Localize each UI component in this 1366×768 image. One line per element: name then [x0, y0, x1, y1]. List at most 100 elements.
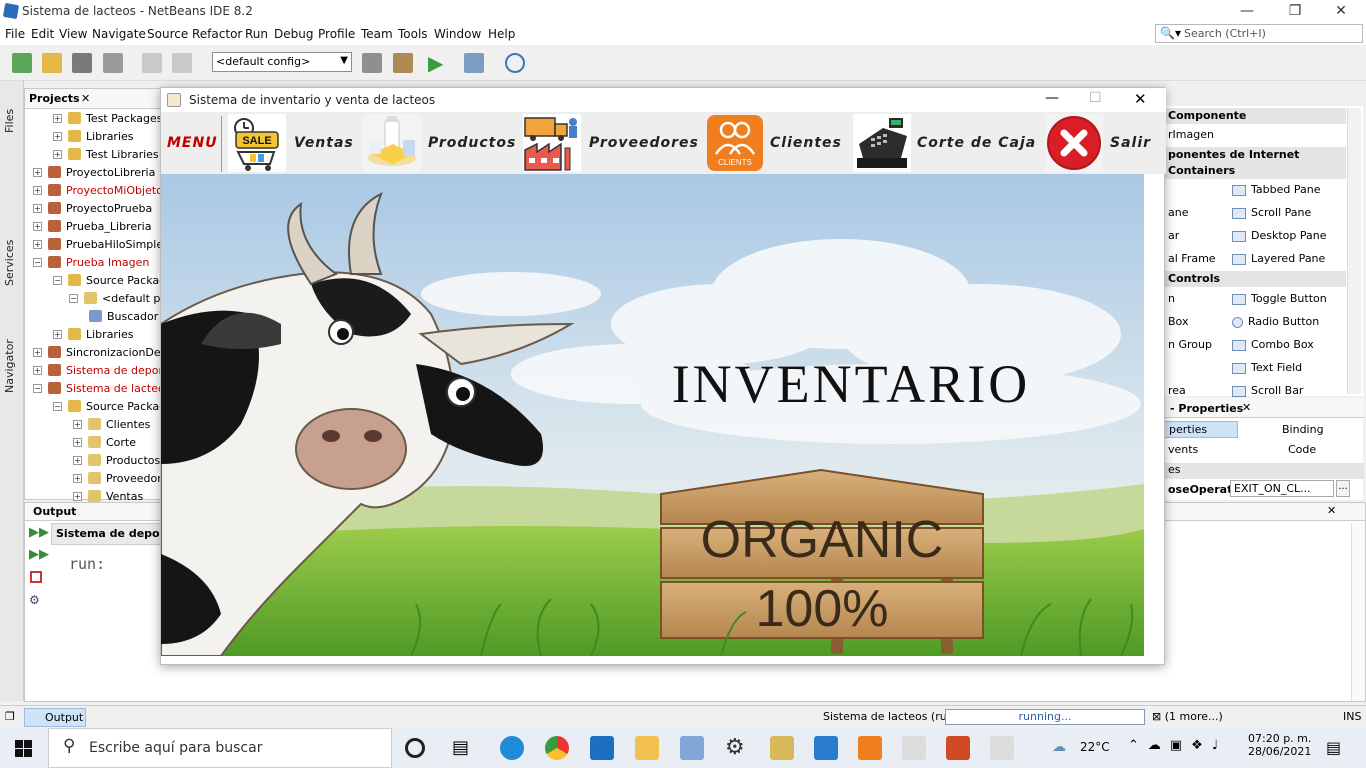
palette-item-toggle-button[interactable]: Toggle Button: [1232, 292, 1327, 305]
expand-toggle-icon[interactable]: +: [53, 329, 62, 339]
tab-navigator[interactable]: Navigator: [3, 339, 16, 393]
property-value-select[interactable]: EXIT_ON_CL...: [1230, 480, 1334, 497]
expand-toggle-icon[interactable]: +: [53, 113, 62, 123]
tree-item[interactable]: + Sistema de deportes: [33, 363, 161, 377]
palette-item-text-area[interactable]: rea: [1168, 384, 1186, 397]
more-tasks-link[interactable]: ⊠ (1 more...): [1152, 710, 1223, 723]
output-title[interactable]: Output: [33, 505, 76, 518]
restore-window-icon[interactable]: ❐: [5, 710, 15, 723]
tree-item[interactable]: − Sistema de lacteos: [33, 381, 161, 395]
tree-item[interactable]: + Corte: [73, 435, 161, 449]
run-play-icon[interactable]: ▶: [428, 53, 448, 73]
expand-toggle-icon[interactable]: +: [33, 347, 42, 357]
palette-item-combo-box[interactable]: Combo Box: [1232, 338, 1314, 351]
close-icon[interactable]: ✕: [1318, 0, 1364, 24]
property-ellipsis-button[interactable]: ...: [1336, 480, 1350, 497]
tree-item[interactable]: + ProyectoPrueba: [33, 201, 161, 215]
palette-item-desktop-pane[interactable]: Desktop Pane: [1232, 229, 1326, 242]
restore-icon[interactable]: ❐: [1272, 0, 1318, 24]
palette-category-internet[interactable]: ponentes de Internet: [1164, 147, 1346, 163]
undo-icon[interactable]: [142, 53, 162, 73]
expand-toggle-icon[interactable]: +: [73, 491, 82, 501]
expand-toggle-icon[interactable]: +: [33, 365, 42, 375]
settings-gear-icon[interactable]: ⚙: [725, 736, 749, 760]
menu-profile[interactable]: Profile: [318, 27, 355, 41]
menu-file[interactable]: File: [5, 27, 25, 41]
tree-item[interactable]: + Prueba_Libreria: [33, 219, 161, 233]
projects-title[interactable]: Projects: [29, 92, 80, 105]
weather-cloud-icon[interactable]: ☁: [1052, 739, 1066, 755]
expand-toggle-icon[interactable]: +: [33, 167, 42, 177]
menu-item-proveedores[interactable]: Proveedores: [589, 135, 699, 151]
taskbar-clock[interactable]: 07:20 p. m. 28/06/2021: [1248, 732, 1311, 758]
palette-item-scroll-bar[interactable]: Scroll Bar: [1232, 384, 1303, 397]
build-hammer-icon[interactable]: [362, 53, 382, 73]
output-minimized-tab[interactable]: Output: [24, 708, 86, 727]
expand-toggle-icon[interactable]: −: [33, 257, 42, 267]
rerun-params-icon[interactable]: ▶▶: [29, 547, 49, 562]
tree-item[interactable]: + Ventas: [73, 489, 161, 503]
task-view-icon[interactable]: ▤: [452, 736, 476, 760]
palette-item-layered-pane[interactable]: Layered Pane: [1232, 252, 1325, 265]
tab-code[interactable]: Code: [1288, 443, 1316, 456]
tree-item[interactable]: + Clientes: [73, 417, 161, 431]
debug-icon[interactable]: [464, 53, 484, 73]
windows-start-icon[interactable]: [15, 740, 32, 757]
tree-item[interactable]: + Libraries: [53, 327, 161, 341]
config-select[interactable]: <default config> ▼: [212, 52, 352, 72]
properties-title[interactable]: - Properties: [1170, 402, 1243, 415]
menu-item-clientes[interactable]: Clientes: [770, 135, 842, 151]
close-icon[interactable]: ✕: [1134, 90, 1147, 108]
menu-navigate[interactable]: Navigate: [92, 27, 146, 41]
notifications-icon[interactable]: ▤: [1326, 738, 1341, 757]
expand-toggle-icon[interactable]: +: [33, 221, 42, 231]
close-icon[interactable]: ✕: [1242, 401, 1251, 414]
menu-debug[interactable]: Debug: [274, 27, 313, 41]
profile-icon[interactable]: [505, 53, 525, 73]
cash-register-icon[interactable]: [853, 114, 911, 172]
expand-toggle-icon[interactable]: +: [33, 203, 42, 213]
palette-item-button[interactable]: n: [1168, 292, 1175, 305]
minimize-icon[interactable]: —: [1045, 90, 1059, 106]
tree-item[interactable]: − Source Packages: [53, 273, 161, 287]
menu-edit[interactable]: Edit: [31, 27, 54, 41]
expand-toggle-icon[interactable]: −: [33, 383, 42, 393]
expand-toggle-icon[interactable]: −: [69, 293, 78, 303]
tab-files[interactable]: Files: [3, 109, 16, 133]
palette-item-scroll-pane[interactable]: Scroll Pane: [1232, 206, 1311, 219]
menu-source[interactable]: Source: [147, 27, 188, 41]
menu-tools[interactable]: Tools: [398, 27, 428, 41]
taskbar-search-box[interactable]: ⚲ Escribe aquí para buscar: [48, 728, 392, 768]
expand-toggle-icon[interactable]: +: [53, 149, 62, 159]
clean-build-icon[interactable]: [393, 53, 413, 73]
tree-item[interactable]: + Proveedores: [73, 471, 161, 485]
netbeans-taskbar-icon[interactable]: [680, 736, 704, 760]
dairy-products-icon[interactable]: [363, 114, 421, 172]
vscode-icon[interactable]: [814, 736, 838, 760]
tree-item[interactable]: − Prueba Imagen: [33, 255, 161, 269]
tab-services[interactable]: Services: [3, 240, 16, 286]
exit-icon[interactable]: [1045, 114, 1103, 172]
palette-item-internal-frame[interactable]: al Frame: [1168, 252, 1216, 265]
tree-item[interactable]: + PruebaHiloSimple: [33, 237, 161, 251]
tree-item[interactable]: + Productos: [73, 453, 161, 467]
save-all-icon[interactable]: [103, 53, 123, 73]
menu-item-ventas[interactable]: Ventas: [294, 135, 354, 151]
expand-toggle-icon[interactable]: +: [73, 437, 82, 447]
palette-item-imagen[interactable]: rImagen: [1168, 128, 1214, 141]
tree-item[interactable]: + ProyectoLibreria: [33, 165, 161, 179]
palette-item-toolbar[interactable]: ar: [1168, 229, 1179, 242]
python-icon[interactable]: [770, 736, 794, 760]
redo-icon[interactable]: [172, 53, 192, 73]
expand-toggle-icon[interactable]: +: [53, 131, 62, 141]
tree-item[interactable]: − <default package>: [69, 291, 161, 305]
clients-icon[interactable]: CLIENTS: [706, 114, 764, 172]
menu-run[interactable]: Run: [245, 27, 268, 41]
cortana-icon[interactable]: [405, 738, 425, 758]
tree-item[interactable]: − Source Packages: [53, 399, 161, 413]
tree-item[interactable]: Buscador: [89, 309, 161, 323]
menu-item-salir[interactable]: Salir: [1110, 135, 1151, 151]
palette-item-button-group[interactable]: n Group: [1168, 338, 1212, 351]
tab-properties[interactable]: perties: [1164, 421, 1238, 438]
supplier-truck-icon[interactable]: [523, 114, 581, 172]
